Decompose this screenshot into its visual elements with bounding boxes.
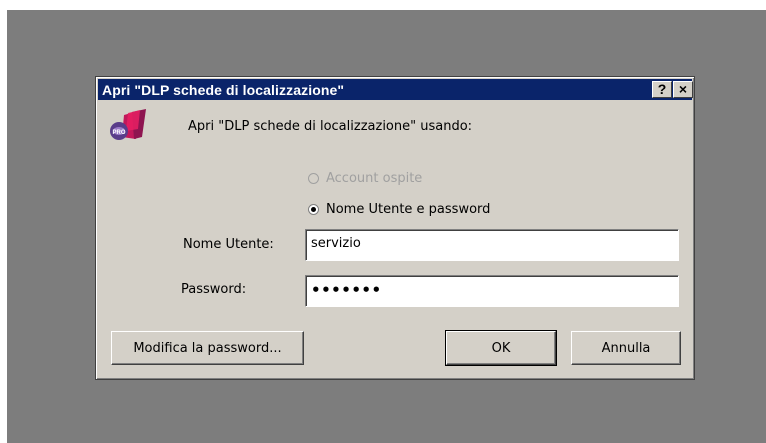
username-label: Nome Utente: (183, 237, 274, 252)
dialog-title: Apri "DLP schede di localizzazione" (102, 81, 345, 98)
help-button[interactable]: ? (652, 81, 672, 98)
dialog-prompt: Apri "DLP schede di localizzazione" usan… (188, 119, 473, 134)
svg-text:PRO: PRO (112, 130, 125, 136)
user-password-option[interactable]: Nome Utente e password (308, 202, 490, 217)
guest-radio (308, 173, 319, 184)
filemaker-pro-icon: PRO (110, 109, 146, 140)
password-field[interactable]: ••••••• (305, 275, 679, 307)
close-button[interactable]: × (673, 81, 693, 98)
ok-button[interactable]: OK (445, 330, 557, 366)
user-password-radio-label: Nome Utente e password (326, 202, 491, 217)
change-password-button[interactable]: Modifica la password... (111, 331, 304, 365)
guest-account-option: Account ospite (308, 171, 422, 186)
title-bar[interactable]: Apri "DLP schede di localizzazione" ? × (98, 79, 693, 100)
password-label: Password: (181, 282, 247, 297)
user-password-radio[interactable] (308, 204, 319, 215)
radio-selected-dot (311, 207, 316, 212)
cancel-button[interactable]: Annulla (571, 331, 681, 365)
open-file-dialog: Apri "DLP schede di localizzazione" ? × … (95, 76, 695, 380)
username-field[interactable]: servizio (305, 229, 679, 261)
guest-radio-label: Account ospite (326, 171, 423, 186)
